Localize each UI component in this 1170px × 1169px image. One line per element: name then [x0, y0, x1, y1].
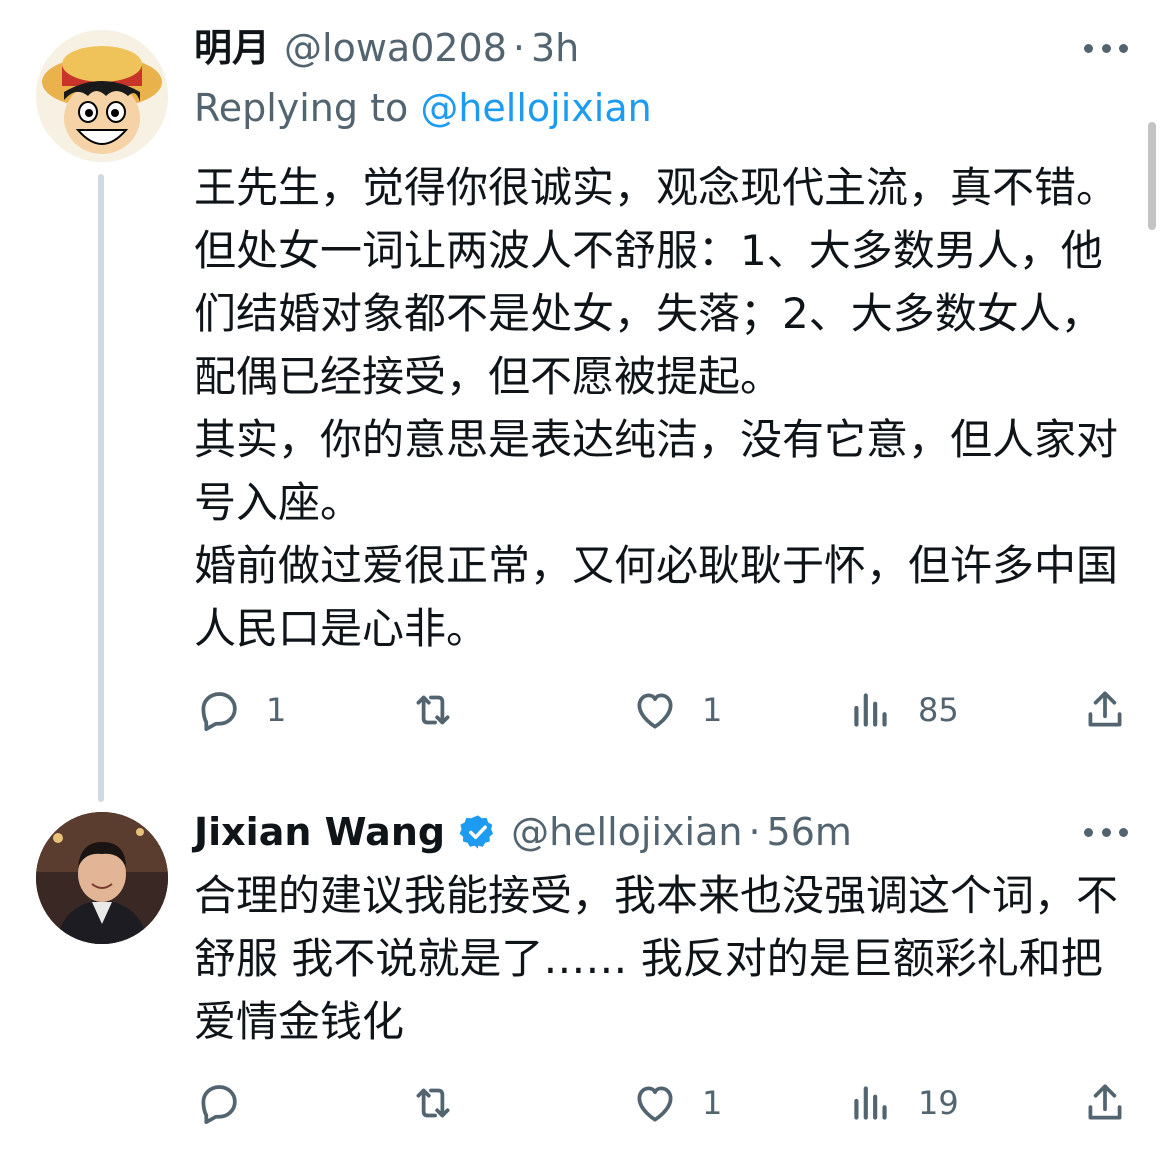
tweet-text: 合理的建议我能接受，我本来也没强调这个词，不舒服 我不说就是了…… 我反对的是巨…	[194, 864, 1134, 1053]
tweet-header: Jixian Wang @hellojixian · 56m	[194, 804, 852, 860]
like-button[interactable]: 1	[630, 680, 722, 740]
reply-button[interactable]	[194, 1073, 266, 1133]
views-count: 19	[918, 1084, 959, 1122]
reply-count: 1	[266, 691, 287, 729]
separator-dot: ·	[512, 26, 525, 70]
share-icon	[1088, 691, 1122, 727]
tweet-paragraph: 合理的建议我能接受，我本来也没强调这个词，不舒服 我不说就是了…… 我反对的是巨…	[194, 871, 1119, 1046]
author-handle[interactable]: @lowa0208	[284, 20, 507, 76]
avatar[interactable]	[36, 30, 168, 162]
verified-icon	[459, 815, 494, 849]
reply-button[interactable]: 1	[194, 680, 286, 740]
tweet-actions: 1 1 85	[194, 680, 1134, 740]
reply-icon	[201, 1085, 237, 1125]
tweet-actions: 1 19	[194, 1073, 1134, 1133]
share-icon	[1088, 1084, 1122, 1120]
more-icon[interactable]	[1084, 822, 1128, 842]
luffy-avatar-icon	[36, 30, 168, 162]
author-handle[interactable]: @hellojixian	[511, 804, 742, 860]
tweet-text: 王先生，觉得你很诚实，观念现代主流，真不错。但处女一词让两波人不舒服：1、大多数…	[194, 156, 1134, 660]
views-button[interactable]: 19	[846, 1073, 959, 1133]
timestamp[interactable]: 3h	[531, 20, 579, 76]
tweet-paragraph: 其实，你的意思是表达纯洁，没有它意，但人家对号入座。	[194, 415, 1119, 527]
author-name[interactable]: 明月	[194, 20, 270, 76]
views-icon	[854, 1086, 887, 1120]
reply-icon	[201, 692, 237, 732]
tweet-paragraph: 王先生，觉得你很诚实，观念现代主流，真不错。但处女一词让两波人不舒服：1、大多数…	[194, 163, 1119, 401]
replying-to: Replying to @hellojixian	[194, 82, 652, 134]
scrollbar[interactable]	[1148, 122, 1156, 230]
like-count: 1	[702, 1084, 723, 1122]
separator-dot: ·	[748, 810, 761, 854]
like-button[interactable]: 1	[630, 1073, 722, 1133]
share-button[interactable]	[1080, 1073, 1130, 1133]
retweet-icon	[416, 695, 450, 725]
views-count: 85	[918, 691, 959, 729]
replying-to-label: Replying to	[194, 86, 409, 130]
like-icon	[637, 693, 673, 729]
share-button[interactable]	[1080, 680, 1130, 740]
person-avatar-icon	[36, 812, 168, 944]
tweet-paragraph: 婚前做过爱很正常，又何必耿耿于怀，但许多中国人民口是心非。	[194, 541, 1119, 653]
timestamp[interactable]: 56m	[767, 804, 852, 860]
like-count: 1	[702, 691, 723, 729]
retweet-icon	[416, 1088, 450, 1118]
like-icon	[637, 1086, 673, 1122]
retweet-button[interactable]	[408, 1073, 480, 1133]
replying-to-handle[interactable]: @hellojixian	[420, 86, 651, 130]
more-icon[interactable]	[1084, 38, 1128, 58]
avatar[interactable]	[36, 812, 168, 944]
thread-line	[98, 174, 104, 802]
retweet-button[interactable]	[408, 680, 480, 740]
views-button[interactable]: 85	[846, 680, 959, 740]
author-name[interactable]: Jixian Wang	[194, 804, 445, 860]
tweet-header: 明月 @lowa0208 · 3h	[194, 20, 579, 76]
views-icon	[854, 693, 887, 727]
